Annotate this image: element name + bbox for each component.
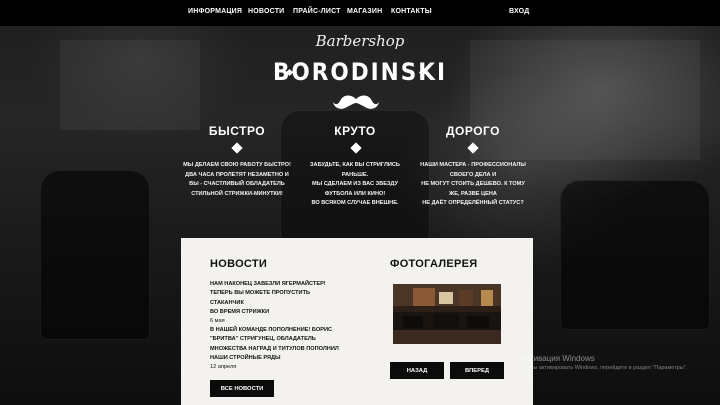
feature-text-fast: МЫ ДЕЛАЕМ СВОЮ РАБОТУ БЫСТРО! ДВА ЧАСА П…	[183, 162, 291, 197]
news-section-title: НОВОСТИ	[210, 258, 268, 270]
feature-title-cool: КРУТО	[334, 124, 376, 138]
logo-title[interactable]: BORODINSKI	[0, 58, 720, 86]
mustache-icon	[333, 95, 379, 109]
content-panel: НОВОСТИ НАМ НАКОНЕЦ ЗАВЕЗЛИ ЯГЕРМАЙСТЕР!…	[181, 238, 533, 405]
news-item[interactable]: В НАШЕЙ КОМАНДЕ ПОПОЛНЕНИЕ! БОРИС "БРИТВ…	[210, 326, 345, 370]
feature-text-expensive: НАШИ МАСТЕРА - ПРОФЕССИОНАЛЫ СВОЕГО ДЕЛА…	[420, 162, 526, 206]
all-news-button[interactable]: ВСЕ НОВОСТИ	[210, 380, 274, 397]
nav-item-contacts[interactable]: КОНТАКТЫ	[391, 8, 432, 15]
gallery-next-button[interactable]: ВПЕРЕД	[450, 362, 504, 379]
gallery-section-title: ФОТОГАЛЕРЕЯ	[390, 258, 478, 270]
feature-title-fast: БЫСТРО	[208, 124, 266, 138]
feature-text-cool: ЗАБУДЬТЕ, КАК ВЫ СТРИГЛИСЬ РАНЬШЕ. МЫ СД…	[310, 162, 400, 206]
windows-activation-subtitle: Чтобы активировать Windows, перейдите в …	[521, 365, 688, 371]
nav-item-info[interactable]: ИНФОРМАЦИЯ	[188, 8, 242, 15]
nav-item-news[interactable]: НОВОСТИ	[248, 8, 284, 15]
news-item[interactable]: НАМ НАКОНЕЦ ЗАВЕЗЛИ ЯГЕРМАЙСТЕР! ТЕПЕРЬ …	[210, 280, 345, 324]
top-nav: ИНФОРМАЦИЯ НОВОСТИ ПРАЙС-ЛИСТ МАГАЗИН КО…	[0, 0, 720, 26]
feature-title-expensive: ДОРОГО	[445, 124, 501, 138]
gallery-prev-button[interactable]: НАЗАД	[390, 362, 444, 379]
gallery-photo-image	[393, 284, 501, 344]
logo-script-text: Barbershop	[315, 32, 405, 50]
windows-activation-title: Активация Windows	[521, 354, 595, 363]
login-link[interactable]: ВХОД	[509, 8, 529, 15]
nav-item-price[interactable]: ПРАЙС-ЛИСТ	[293, 8, 341, 15]
news-date: 12 апреля	[210, 364, 237, 371]
news-date: 6 мая	[210, 318, 225, 325]
nav-item-shop[interactable]: МАГАЗИН	[347, 8, 382, 15]
gallery-photo[interactable]	[393, 284, 501, 344]
